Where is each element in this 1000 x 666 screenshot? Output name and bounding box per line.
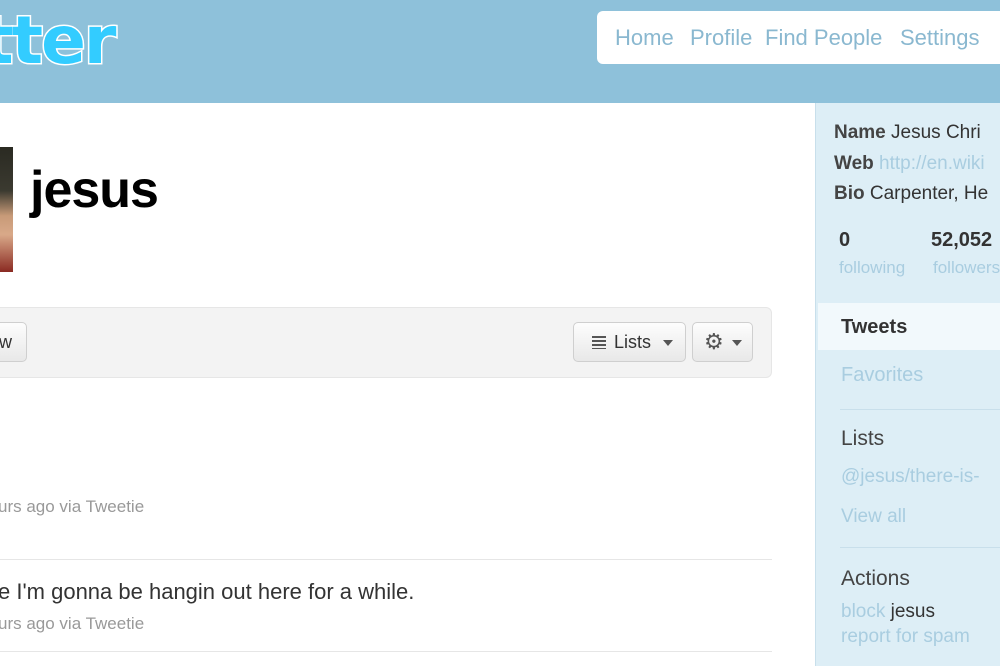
lists-button[interactable]: Lists [573,322,686,362]
tweet-text: e I'm gonna be hangin out here for a whi… [0,579,415,604]
following-count[interactable]: 0 [839,229,850,252]
nav-profile[interactable]: Profile [690,25,752,51]
chevron-down-icon [732,340,742,346]
sidebar-divider [840,409,1000,410]
tab-tweets-label: Tweets [841,316,908,338]
twitter-logo[interactable]: tter [0,1,118,81]
name-value: Jesus Chri [891,122,981,143]
block-username: jesus [890,601,935,622]
gear-icon: ⚙ [704,329,724,354]
avatar[interactable] [0,147,13,272]
list-lines-icon [592,336,606,349]
tweet-divider [0,559,772,560]
list-link[interactable]: @jesus/there-is- [841,466,980,488]
block-link[interactable]: block [841,601,885,622]
tweet-meta[interactable]: urs ago via Tweetie [0,614,144,634]
bio-label: Bio [834,183,865,204]
sidebar-divider [840,547,1000,548]
following-label[interactable]: following [839,258,905,278]
profile-bio-row: Bio Carpenter, He [834,183,988,205]
actions-heading: Actions [841,567,910,590]
tab-tweets[interactable]: Tweets [818,303,1000,350]
web-link[interactable]: http://en.wiki [879,153,985,174]
followers-count[interactable]: 52,052 [931,229,992,252]
nav-find-people[interactable]: Find People [765,25,882,51]
top-bar: tter Home Profile Find People Settings [0,0,1000,103]
chevron-down-icon [663,340,673,346]
name-label: Name [834,122,886,143]
tweet-meta[interactable]: urs ago via Tweetie [0,497,144,517]
block-row: block jesus [841,601,935,623]
follow-button-label: w [0,332,12,352]
web-label: Web [834,153,874,174]
nav-home[interactable]: Home [615,25,674,51]
followers-label[interactable]: followers [933,258,1000,278]
tab-favorites[interactable]: Favorites [841,364,923,387]
bio-value: Carpenter, He [869,183,989,204]
nav-settings[interactable]: Settings [900,25,980,51]
follow-button[interactable]: w [0,322,27,362]
tweet-divider [0,651,772,652]
report-spam-link[interactable]: report for spam [841,626,970,648]
lists-heading: Lists [841,427,885,450]
lists-button-label: Lists [614,332,652,352]
profile-username: jesus [30,161,159,219]
profile-name-row: Name Jesus Chri [834,122,981,144]
main-nav: Home Profile Find People Settings [597,11,1000,64]
profile-web-row: Web http://en.wiki [834,153,985,175]
settings-menu-button[interactable]: ⚙ [692,322,753,362]
view-all-lists-link[interactable]: View all [841,506,906,528]
